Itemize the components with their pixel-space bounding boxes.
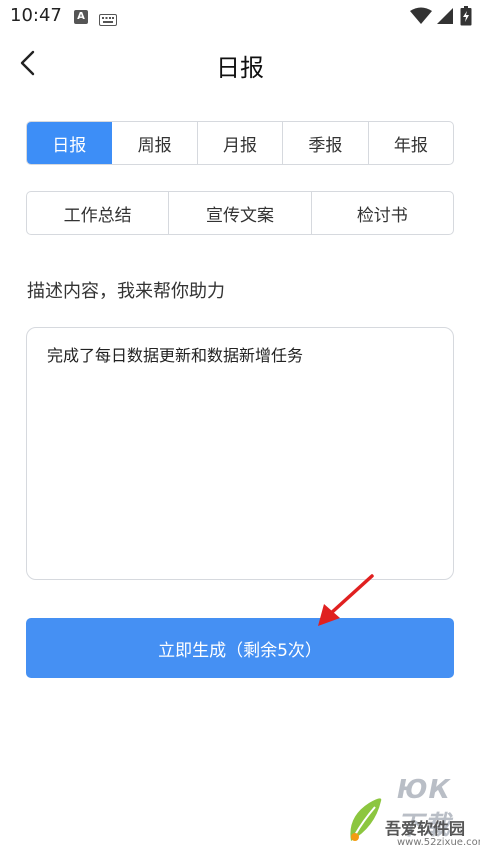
tab-daily[interactable]: 日报 <box>27 122 113 164</box>
leaf-logo-icon <box>350 798 382 841</box>
status-time: 10:47 <box>10 5 62 26</box>
watermark: ЮК下载 吾爱软件园 www.52zixue.com <box>345 775 480 850</box>
battery-icon <box>460 6 472 30</box>
tab-promo-copy[interactable]: 宣传文案 <box>169 192 312 234</box>
tab-quarterly[interactable]: 季报 <box>283 122 369 164</box>
content-input[interactable]: 完成了每日数据更新和数据新增任务 <box>26 327 454 580</box>
accessibility-a-icon: A <box>74 10 88 24</box>
tab-yearly[interactable]: 年报 <box>369 122 453 164</box>
period-tabs: 日报 周报 月报 季报 年报 <box>26 121 454 165</box>
watermark-site-name: 吾爱软件园 <box>385 819 466 838</box>
signal-icon <box>436 7 454 29</box>
tab-weekly[interactable]: 周报 <box>112 122 198 164</box>
header: 日报 <box>0 34 480 94</box>
tab-work-summary[interactable]: 工作总结 <box>27 192 170 234</box>
type-tabs: 工作总结 宣传文案 检讨书 <box>26 191 454 235</box>
keyboard-icon <box>99 11 117 30</box>
tab-self-criticism[interactable]: 检讨书 <box>312 192 453 234</box>
page-title: 日报 <box>216 54 264 82</box>
status-bar: 10:47 A <box>0 0 480 34</box>
tab-monthly[interactable]: 月报 <box>198 122 284 164</box>
red-arrow-icon <box>318 574 374 626</box>
wifi-icon <box>410 7 432 29</box>
watermark-url: www.52zixue.com <box>397 837 480 848</box>
prompt-label: 描述内容，我来帮你助力 <box>27 281 225 302</box>
generate-button[interactable]: 立即生成（剩余5次） <box>26 618 454 678</box>
